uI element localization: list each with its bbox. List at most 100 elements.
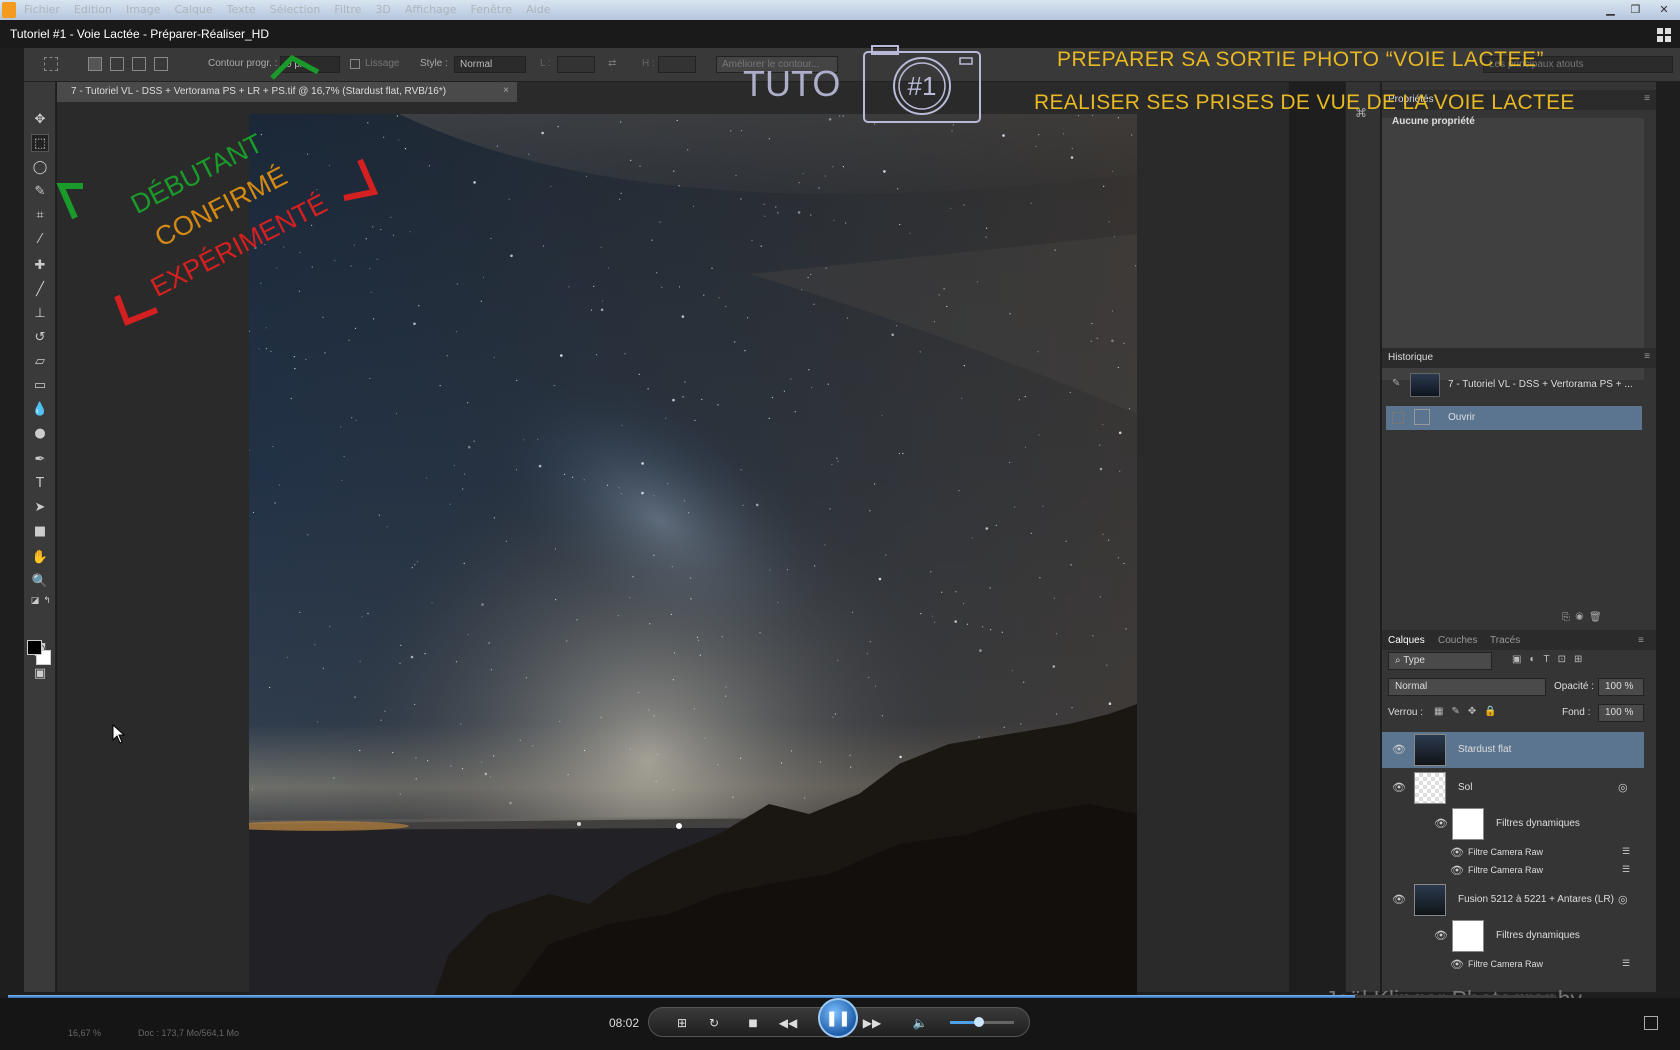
healing-brush-tool-icon[interactable]: ✚ xyxy=(31,256,49,274)
path-selection-tool-icon[interactable]: ➤ xyxy=(31,498,49,516)
visibility-eye-icon[interactable]: 👁 xyxy=(1392,893,1406,906)
stop-icon[interactable]: ■ xyxy=(744,1014,762,1032)
volume-slider[interactable] xyxy=(950,1017,1014,1027)
hand-tool-icon[interactable]: ✋ xyxy=(31,548,49,566)
menu-item[interactable]: Edition xyxy=(74,3,112,16)
history-brush-tool-icon[interactable]: ↺ xyxy=(31,328,49,346)
document-tab[interactable]: 7 - Tutoriel VL - DSS + Vertorama PS + L… xyxy=(57,82,517,102)
layer-filter-icons[interactable]: ▣◐T⊡⊞ xyxy=(1512,654,1590,665)
height-input[interactable] xyxy=(658,56,696,73)
rewind-icon[interactable]: ◀◀ xyxy=(779,1014,797,1032)
blend-mode-select[interactable]: Normal xyxy=(1388,678,1546,696)
zoom-tool-icon[interactable]: 🔍 xyxy=(31,572,49,590)
layer-row[interactable]: 👁 Filtre Camera Raw ☰ xyxy=(1382,844,1644,862)
layer-filter-select[interactable]: ⌕ Type xyxy=(1388,652,1492,670)
intersect-selection-icon[interactable] xyxy=(154,57,168,71)
opacity-input[interactable]: 100 % xyxy=(1598,678,1644,696)
layer-row[interactable]: 👁 Filtre Camera Raw ☰ xyxy=(1382,956,1644,974)
antialias-checkbox[interactable] xyxy=(350,59,360,69)
visibility-eye-icon[interactable]: 👁 xyxy=(1392,781,1406,794)
restore-button[interactable]: ❐ xyxy=(1623,0,1648,18)
eraser-tool-icon[interactable]: ▱ xyxy=(31,352,49,370)
forward-icon[interactable]: ▶▶ xyxy=(863,1014,881,1032)
lock-icons[interactable]: ▦✎✥🔒 xyxy=(1434,706,1505,717)
layer-row[interactable]: 👁 Filtres dynamiques xyxy=(1382,806,1644,842)
windows-logo-icon[interactable]: ⊞ xyxy=(673,1014,691,1032)
menu-item[interactable]: 3D xyxy=(375,3,390,16)
layer-row[interactable]: 👁 Filtres dynamiques xyxy=(1382,918,1644,954)
feather-label: Contour progr. : xyxy=(208,58,278,69)
volume-icon[interactable]: 🔈 xyxy=(911,1014,929,1032)
close-button[interactable]: ✕ xyxy=(1648,0,1680,18)
smart-object-filter-icon[interactable]: ◎ xyxy=(1618,781,1628,794)
panel-menu-icon[interactable]: ≡ xyxy=(1644,351,1650,362)
quick-selection-tool-icon[interactable]: ✎ xyxy=(31,182,49,200)
panel-menu-icon[interactable]: ≡ xyxy=(1638,635,1644,646)
pen-tool-icon[interactable]: ✒ xyxy=(31,450,49,468)
close-tab-icon[interactable]: × xyxy=(503,85,509,96)
visibility-eye-icon[interactable]: 👁 xyxy=(1450,846,1464,859)
history-step[interactable]: Ouvrir xyxy=(1386,406,1642,430)
add-selection-icon[interactable] xyxy=(110,57,124,71)
gradient-tool-icon[interactable]: ▭ xyxy=(31,376,49,394)
type-tool-icon[interactable]: T xyxy=(31,474,49,492)
smart-object-filter-icon[interactable]: ◎ xyxy=(1618,893,1628,906)
brush-tool-icon[interactable]: ╱ xyxy=(31,280,49,298)
filter-options-icon[interactable]: ☰ xyxy=(1622,864,1630,875)
history-snapshot[interactable]: ✎ 7 - Tutoriel VL - DSS + Vertorama PS +… xyxy=(1386,370,1642,400)
pause-button[interactable]: ❚❚ xyxy=(818,998,858,1038)
filter-options-icon[interactable]: ☰ xyxy=(1622,846,1630,857)
fullscreen-icon[interactable] xyxy=(1644,1016,1658,1030)
foreground-color-swatch[interactable] xyxy=(27,640,42,655)
canvas-image[interactable] xyxy=(249,114,1137,1011)
crop-tool-icon[interactable]: ⌗ xyxy=(31,206,49,224)
layer-row[interactable]: 👁 Filtre Camera Raw ☰ xyxy=(1382,862,1644,880)
menu-item[interactable]: Filtre xyxy=(334,3,361,16)
blur-tool-icon[interactable]: 💧 xyxy=(31,400,49,418)
lasso-tool-icon[interactable]: ◯ xyxy=(31,158,49,176)
menu-item[interactable]: Texte xyxy=(227,3,256,16)
swap-icon[interactable]: ⇄ xyxy=(608,58,616,69)
visibility-eye-icon[interactable]: 👁 xyxy=(1450,958,1464,971)
move-tool-icon[interactable]: ✥ xyxy=(31,110,49,128)
visibility-eye-icon[interactable]: 👁 xyxy=(1434,929,1448,942)
visibility-eye-icon[interactable]: 👁 xyxy=(1450,864,1464,877)
layer-row[interactable]: 👁 Stardust flat xyxy=(1382,732,1644,768)
width-input[interactable] xyxy=(557,56,595,73)
eyedropper-tool-icon[interactable]: ⁄ xyxy=(31,230,49,248)
menu-item[interactable]: Fichier xyxy=(24,3,60,16)
subtract-selection-icon[interactable] xyxy=(132,57,146,71)
fill-input[interactable]: 100 % xyxy=(1598,704,1644,722)
visibility-eye-icon[interactable]: 👁 xyxy=(1434,817,1448,830)
marquee-preset-icon[interactable] xyxy=(44,57,58,71)
new-selection-icon[interactable] xyxy=(88,57,102,71)
history-step-checkbox[interactable] xyxy=(1392,412,1404,424)
menu-item[interactable]: Image xyxy=(126,3,160,16)
history-title[interactable]: Historique xyxy=(1388,352,1433,363)
repeat-icon[interactable]: ↻ xyxy=(705,1014,723,1032)
volume-knob[interactable] xyxy=(973,1017,984,1027)
layer-row[interactable]: 👁 Sol ◎ xyxy=(1382,770,1644,806)
shape-tool-icon[interactable]: ■ xyxy=(31,522,49,540)
filter-options-icon[interactable]: ☰ xyxy=(1622,958,1630,969)
clone-stamp-tool-icon[interactable]: ⊥ xyxy=(31,304,49,322)
swap-colors-icon[interactable]: ↰ xyxy=(38,592,56,610)
menu-item[interactable]: Sélection xyxy=(270,3,321,16)
marquee-tool-icon[interactable]: ⬚ xyxy=(31,134,49,152)
history-brush-source-icon[interactable]: ✎ xyxy=(1392,378,1400,389)
panel-menu-icon[interactable]: ≡ xyxy=(1644,93,1650,104)
tab-paths[interactable]: Tracés xyxy=(1490,635,1520,646)
menu-item[interactable]: Calque xyxy=(174,3,212,16)
visibility-eye-icon[interactable]: 👁 xyxy=(1392,743,1406,756)
tab-channels[interactable]: Couches xyxy=(1438,635,1477,646)
screen-mode-icon[interactable]: ▣ xyxy=(31,664,49,682)
style-select[interactable]: Normal xyxy=(454,56,526,73)
menu-item[interactable]: Fenêtre xyxy=(471,3,513,16)
menu-item[interactable]: Aide xyxy=(526,3,550,16)
dodge-tool-icon[interactable]: ● xyxy=(31,424,49,442)
tab-layers[interactable]: Calques xyxy=(1388,635,1425,646)
tile-view-icon[interactable] xyxy=(1656,27,1672,43)
layer-row[interactable]: 👁 Fusion 5212 à 5221 + Antares (LR) ◎ xyxy=(1382,882,1644,918)
minimize-button[interactable]: ▁ xyxy=(1598,0,1623,18)
menu-item[interactable]: Affichage xyxy=(405,3,457,16)
